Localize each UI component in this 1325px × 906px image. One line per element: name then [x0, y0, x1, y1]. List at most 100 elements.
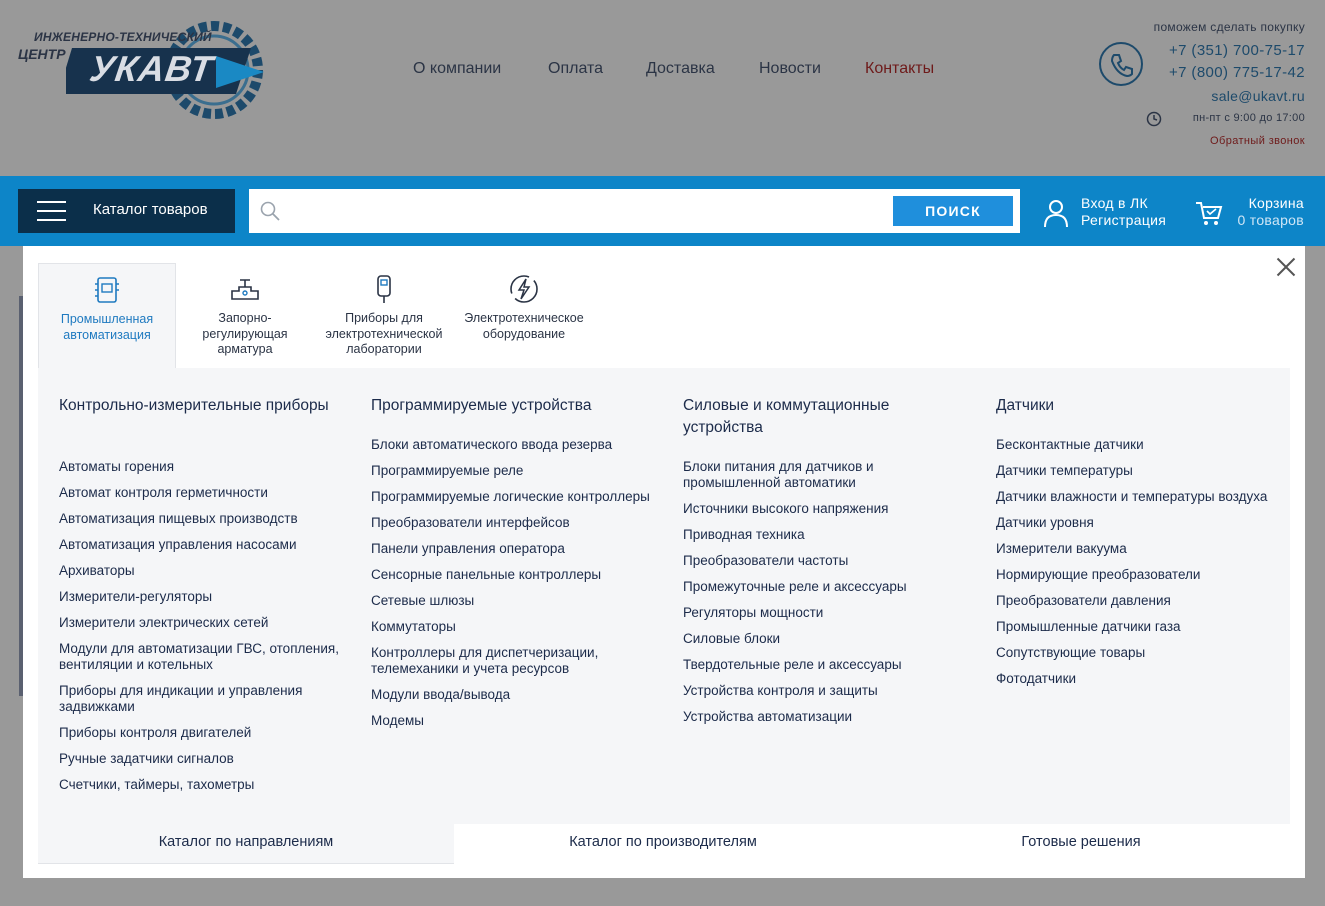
list-item[interactable]: Приборы контроля двигателей — [59, 725, 349, 741]
list-item[interactable]: Сетевые шлюзы — [371, 593, 661, 609]
list-item[interactable]: Промышленные датчики газа — [996, 619, 1286, 635]
callback-link[interactable]: Обратный звонок — [1210, 135, 1305, 147]
column-title[interactable]: Программируемые устройства — [371, 395, 661, 417]
list-item[interactable]: Преобразователи давления — [996, 593, 1286, 609]
column-power-devices: Силовые и коммутационные устройства Блок… — [683, 395, 973, 724]
clock-icon — [1146, 111, 1162, 127]
tab-industrial-automation[interactable]: Промышленная автоматизация — [38, 263, 176, 369]
logo-tagline: ИНЖЕНЕРНО-ТЕХНИЧЕСКИЙ — [34, 30, 212, 44]
user-icon — [1044, 200, 1068, 228]
list-item[interactable]: Коммутаторы — [371, 619, 661, 635]
column-programmable-devices: Программируемые устройства Блоки автомат… — [371, 395, 661, 728]
list-item[interactable]: Сопутствующие товары — [996, 645, 1286, 661]
phone-number-1[interactable]: +7 (351) 700-75-17 — [1169, 42, 1305, 59]
list-item[interactable]: Датчики влажности и температуры воздуха — [996, 489, 1286, 505]
list-item[interactable]: Архиваторы — [59, 563, 349, 579]
search-box: ПОИСК — [249, 189, 1020, 233]
tab-label: Электротехническое оборудование — [464, 311, 584, 341]
hamburger-icon — [37, 201, 66, 221]
search-icon — [260, 201, 280, 221]
search-button[interactable]: ПОИСК — [893, 196, 1013, 226]
tab-label: Приборы для электротехнической лаборатор… — [325, 311, 443, 356]
close-icon[interactable] — [1275, 256, 1297, 278]
nav-item-delivery[interactable]: Доставка — [646, 60, 715, 78]
list-item[interactable]: Датчики температуры — [996, 463, 1286, 479]
list-item[interactable]: Регуляторы мощности — [683, 605, 973, 621]
list-item[interactable]: Нормирующие преобразователи — [996, 567, 1286, 583]
tab-ready-solutions[interactable]: Готовые решения — [872, 824, 1290, 864]
list-item[interactable]: Ручные задатчики сигналов — [59, 751, 349, 767]
list-item[interactable]: Датчики уровня — [996, 515, 1286, 531]
column-title[interactable]: Датчики — [996, 395, 1286, 417]
cart-label: Корзина — [1248, 195, 1304, 211]
list-item[interactable]: Источники высокого напряжения — [683, 501, 973, 517]
list-item[interactable]: Измерители вакуума — [996, 541, 1286, 557]
site-logo[interactable]: ИНЖЕНЕРНО-ТЕХНИЧЕСКИЙ ЦЕНТР УКАВТ — [16, 18, 272, 122]
cart-block[interactable]: Корзина 0 товаров — [1195, 194, 1310, 234]
column-title[interactable]: Силовые и коммутационные устройства — [683, 395, 973, 439]
list-item[interactable]: Бесконтактные датчики — [996, 437, 1286, 453]
lightning-icon — [510, 275, 538, 303]
list-item[interactable]: Программируемые реле — [371, 463, 661, 479]
tester-icon — [377, 275, 391, 303]
cart-count: 0 товаров — [1237, 212, 1304, 228]
list-item[interactable]: Измерители электрических сетей — [59, 615, 349, 631]
catalog-button[interactable]: Каталог товаров — [18, 189, 235, 233]
list-item[interactable]: Автоматы горения — [59, 459, 349, 475]
list-item[interactable]: Модули ввода/вывода — [371, 687, 661, 703]
list-item[interactable]: Автоматизация управления насосами — [59, 537, 349, 553]
cart-icon — [1196, 202, 1223, 225]
phone-number-2[interactable]: +7 (800) 775-17-42 — [1169, 64, 1305, 81]
list-item[interactable]: Сенсорные панельные контроллеры — [371, 567, 661, 583]
register-link[interactable]: Регистрация — [1081, 212, 1166, 228]
list-item[interactable]: Автомат контроля герметичности — [59, 485, 349, 501]
column-sensors: Датчики Бесконтактные датчики Датчики те… — [996, 395, 1286, 686]
contacts-block: поможем сделать покупку +7 (351) 700-75-… — [1065, 18, 1305, 158]
list-item[interactable]: Блоки питания для датчиков и промышленно… — [683, 459, 973, 491]
column-list: Блоки автоматического ввода резерва Прог… — [371, 437, 661, 739]
column-list: Блоки питания для датчиков и промышленно… — [683, 459, 973, 735]
list-item[interactable]: Модемы — [371, 713, 661, 729]
column-title[interactable]: Контрольно-измерительные приборы — [59, 395, 349, 417]
email-link[interactable]: sale@ukavt.ru — [1211, 88, 1305, 104]
nav-item-payment[interactable]: Оплата — [548, 60, 603, 78]
tab-catalog-by-direction[interactable]: Каталог по направлениям — [38, 824, 454, 864]
catalog-mode-tabs: Каталог по направлениям Каталог по произ… — [38, 824, 1290, 864]
list-item[interactable]: Счетчики, таймеры, тахометры — [59, 777, 349, 793]
list-item[interactable]: Измерители-регуляторы — [59, 589, 349, 605]
tab-valves[interactable]: Запорно-регулирующая арматура — [176, 263, 314, 369]
nav-item-contacts[interactable]: Контакты — [865, 60, 934, 78]
tab-electrical-equipment[interactable]: Электротехническое оборудование — [454, 263, 594, 369]
list-item[interactable]: Преобразователи частоты — [683, 553, 973, 569]
logo-tagline-center: ЦЕНТР — [18, 46, 66, 62]
list-item[interactable]: Силовые блоки — [683, 631, 973, 647]
list-item[interactable]: Твердотельные реле и аксессуары — [683, 657, 973, 673]
search-input[interactable] — [289, 197, 889, 225]
list-item[interactable]: Автоматизация пищевых производств — [59, 511, 349, 527]
list-item[interactable]: Контроллеры для диспетчеризации, телемех… — [371, 645, 661, 677]
list-item[interactable]: Фотодатчики — [996, 671, 1286, 687]
list-item[interactable]: Модули для автоматизации ГВС, отопления,… — [59, 641, 349, 673]
site-header: ИНЖЕНЕРНО-ТЕХНИЧЕСКИЙ ЦЕНТР УКАВТ О комп… — [0, 0, 1325, 176]
list-item[interactable]: Панели управления оператора — [371, 541, 661, 557]
category-panel: Контрольно-измерительные приборы Автомат… — [38, 368, 1290, 824]
column-list: Автоматы горения Автомат контроля гермет… — [59, 459, 349, 803]
column-measuring-devices: Контрольно-измерительные приборы Автомат… — [59, 395, 349, 792]
tab-lab-devices[interactable]: Приборы для электротехнической лаборатор… — [314, 263, 454, 369]
tab-catalog-by-manufacturer[interactable]: Каталог по производителям — [454, 824, 872, 864]
list-item[interactable]: Программируемые логические контроллеры — [371, 489, 661, 505]
account-block[interactable]: Вход в ЛК Регистрация — [1043, 194, 1183, 234]
list-item[interactable]: Преобразователи интерфейсов — [371, 515, 661, 531]
list-item[interactable]: Приборы для индикации и управления задви… — [59, 683, 349, 715]
list-item[interactable]: Приводная техника — [683, 527, 973, 543]
tab-label: Промышленная автоматизация — [60, 312, 154, 342]
nav-item-about[interactable]: О компании — [413, 60, 501, 78]
tab-label: Запорно-регулирующая арматура — [202, 311, 288, 356]
list-item[interactable]: Устройства автоматизации — [683, 709, 973, 725]
controller-icon — [95, 277, 119, 303]
list-item[interactable]: Промежуточные реле и аксессуары — [683, 579, 973, 595]
list-item[interactable]: Устройства контроля и защиты — [683, 683, 973, 699]
nav-item-news[interactable]: Новости — [759, 60, 821, 78]
list-item[interactable]: Блоки автоматического ввода резерва — [371, 437, 661, 453]
login-link[interactable]: Вход в ЛК — [1081, 195, 1148, 211]
